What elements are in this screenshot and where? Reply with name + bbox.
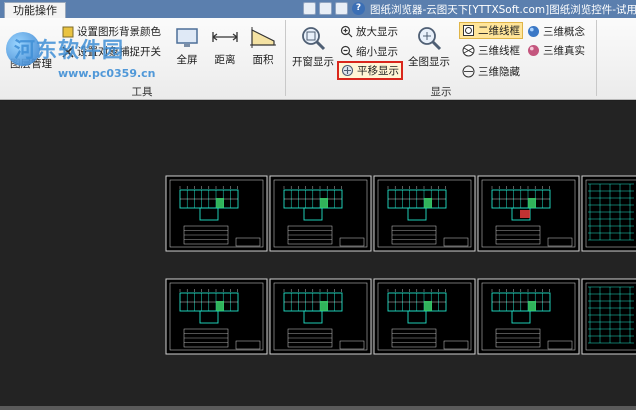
hidden-3d-button[interactable]: 三维隐藏 [462, 64, 520, 79]
drawing-sheets [165, 175, 636, 355]
realistic-3d-label: 三维真实 [543, 45, 585, 57]
drawing-sheet-thumbnail[interactable] [269, 175, 372, 252]
wireframe-3d-label: 三维线框 [478, 45, 520, 57]
zoom-out-label: 缩小显示 [356, 46, 398, 58]
drawing-sheet-thumbnail[interactable] [373, 278, 476, 355]
group-divider [596, 20, 597, 96]
watermark-url: www.pc0359.cn [58, 67, 156, 80]
wireframe-2d-label: 二维线框 [478, 25, 520, 37]
area-measure-icon [250, 27, 276, 48]
window-display-button[interactable]: 开窗显示 [290, 24, 336, 69]
zoom-in-button[interactable]: 放大显示 [340, 24, 398, 39]
hidden-3d-icon [462, 65, 475, 78]
realistic-3d-icon [528, 45, 539, 56]
area-label: 面积 [252, 54, 274, 66]
concept-3d-icon [528, 26, 539, 37]
fullscreen-button[interactable]: 全屏 [170, 24, 204, 67]
full-display-label: 全图显示 [408, 56, 450, 68]
pan-display-label: 平移显示 [357, 65, 399, 77]
drawing-sheet-thumbnail[interactable] [373, 175, 476, 252]
area-button[interactable]: 面积 [246, 24, 280, 67]
display-group-caption: 显示 [430, 86, 452, 98]
concept-3d-label: 三维概念 [543, 26, 585, 38]
magnifier-window-icon [302, 27, 326, 51]
fullscreen-label: 全屏 [176, 54, 198, 66]
zoom-out-button[interactable]: 缩小显示 [340, 44, 398, 59]
full-display-button[interactable]: 全图显示 [405, 24, 453, 69]
quick-save-icon[interactable] [303, 2, 316, 15]
tools-group-caption: 工具 [131, 86, 153, 98]
zoom-out-icon [340, 45, 353, 58]
drawing-sheet-thumbnail[interactable] [477, 278, 580, 355]
title-bar: 功能操作 ? 图纸浏览器-云图天下[YTTXSoft.com]图纸浏览控件-试用… [0, 0, 636, 19]
window-display-label: 开窗显示 [292, 56, 334, 68]
wireframe-3d-icon [462, 44, 475, 57]
drawing-sheet-thumbnail[interactable] [269, 278, 372, 355]
hidden-3d-label: 三维隐藏 [478, 66, 520, 78]
window-title: 图纸浏览器-云图天下[YTTXSoft.com]图纸浏览控件-试用版 [370, 4, 636, 16]
tab-function-ops[interactable]: 功能操作 [4, 2, 66, 19]
drawing-sheet-thumbnail[interactable] [581, 278, 636, 355]
quick-open-icon[interactable] [319, 2, 332, 15]
pan-display-button[interactable]: 平移显示 [337, 61, 403, 80]
drawing-canvas[interactable] [0, 101, 636, 410]
zoom-extents-icon [418, 27, 442, 51]
wireframe-3d-button[interactable]: 三维线框 [462, 43, 520, 58]
quick-access-toolbar [303, 2, 348, 15]
pan-hand-icon [341, 64, 354, 77]
ribbon: 设置图形背景颜色 设置对象捕捉开关 图层管理 全屏 距离 面积 工具 [0, 18, 636, 100]
quick-print-icon[interactable] [335, 2, 348, 15]
wireframe-2d-icon [463, 25, 474, 36]
realistic-3d-button[interactable]: 三维真实 [527, 43, 585, 58]
distance-label: 距离 [214, 54, 236, 66]
distance-button[interactable]: 距离 [208, 24, 242, 67]
ruler-distance-icon [212, 32, 238, 42]
zoom-in-icon [340, 25, 353, 38]
drawing-sheet-thumbnail[interactable] [477, 175, 580, 252]
watermark-brand: 河东软件园 [14, 38, 124, 62]
fullscreen-icon [176, 28, 198, 47]
drawing-sheet-thumbnail[interactable] [165, 175, 268, 252]
status-strip [0, 406, 636, 410]
wireframe-2d-button[interactable]: 二维线框 [459, 22, 523, 39]
zoom-in-label: 放大显示 [356, 26, 398, 38]
concept-3d-button[interactable]: 三维概念 [527, 24, 585, 39]
drawing-sheet-thumbnail[interactable] [165, 278, 268, 355]
help-icon[interactable]: ? [352, 2, 365, 15]
drawing-sheet-thumbnail[interactable] [581, 175, 636, 252]
